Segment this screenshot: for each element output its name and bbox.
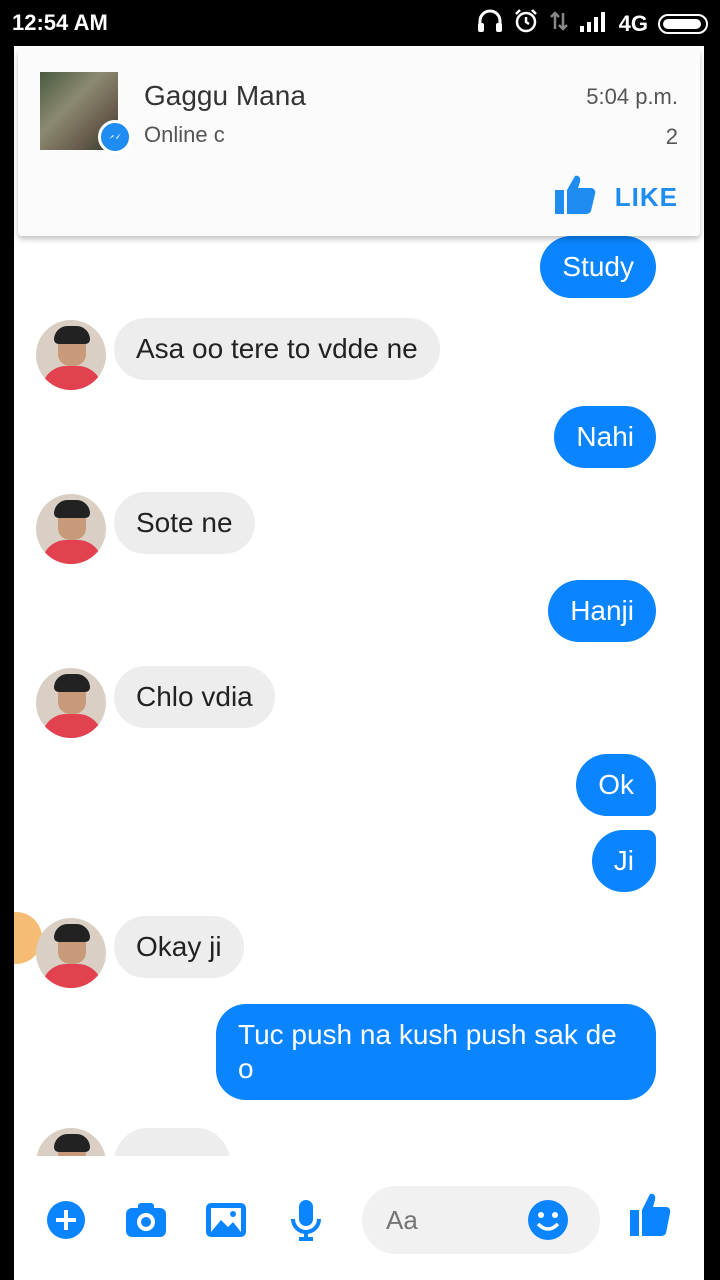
contact-avatar <box>36 1128 106 1156</box>
headphones-icon <box>477 9 503 39</box>
add-icon[interactable] <box>44 1198 88 1242</box>
contact-avatar <box>36 494 106 564</box>
status-icons: 4G <box>477 8 708 40</box>
messenger-app: Gaggu Mana Online c 5:04 p.m. 2 LIKE Stu… <box>14 46 704 1280</box>
battery-icon <box>658 14 708 34</box>
sender-name: Gaggu Mana <box>144 80 306 111</box>
network-type: 4G <box>618 11 648 36</box>
camera-icon[interactable] <box>124 1198 168 1242</box>
incoming-message-partial[interactable] <box>114 1128 230 1156</box>
outgoing-message[interactable]: Nahi <box>554 406 656 468</box>
emoji-icon[interactable] <box>526 1198 570 1242</box>
thumbs-up-icon[interactable] <box>628 1192 672 1236</box>
incoming-message[interactable]: Sote ne <box>114 492 255 554</box>
data-icon <box>549 9 569 39</box>
contact-avatar <box>36 320 106 390</box>
like-button[interactable]: LIKE <box>553 172 678 223</box>
notification-count: 2 <box>665 124 678 149</box>
message-composer <box>14 1162 704 1280</box>
thumbs-up-icon <box>553 172 597 223</box>
gallery-icon[interactable] <box>204 1198 248 1242</box>
notification-time: 5:04 p.m. <box>586 84 678 109</box>
messenger-badge-icon <box>98 120 132 154</box>
contact-avatar <box>36 668 106 738</box>
outgoing-message[interactable]: Ji <box>591 830 656 892</box>
alarm-icon <box>513 8 539 40</box>
status-time: 12:54 AM <box>12 10 108 35</box>
signal-icon <box>579 10 609 38</box>
conversation[interactable]: Gaggu Mana Online c 5:04 p.m. 2 LIKE Stu… <box>14 46 704 1156</box>
outgoing-message[interactable]: Tuc push na kush push sak de o <box>216 1004 656 1100</box>
microphone-icon[interactable] <box>284 1198 328 1242</box>
incoming-message[interactable]: Okay ji <box>114 916 244 978</box>
outgoing-message[interactable]: Study <box>540 236 656 298</box>
notification-subtitle: Online c <box>144 122 225 147</box>
outgoing-message[interactable]: Ok <box>576 754 656 816</box>
outgoing-message[interactable]: Hanji <box>548 580 656 642</box>
incoming-message[interactable]: Asa oo tere to vdde ne <box>114 318 440 380</box>
contact-avatar <box>36 918 106 988</box>
like-label: LIKE <box>614 182 678 212</box>
message-notification[interactable]: Gaggu Mana Online c 5:04 p.m. 2 LIKE <box>18 50 700 236</box>
status-bar: 12:54 AM 4G <box>0 0 720 46</box>
incoming-message[interactable]: Chlo vdia <box>114 666 275 728</box>
